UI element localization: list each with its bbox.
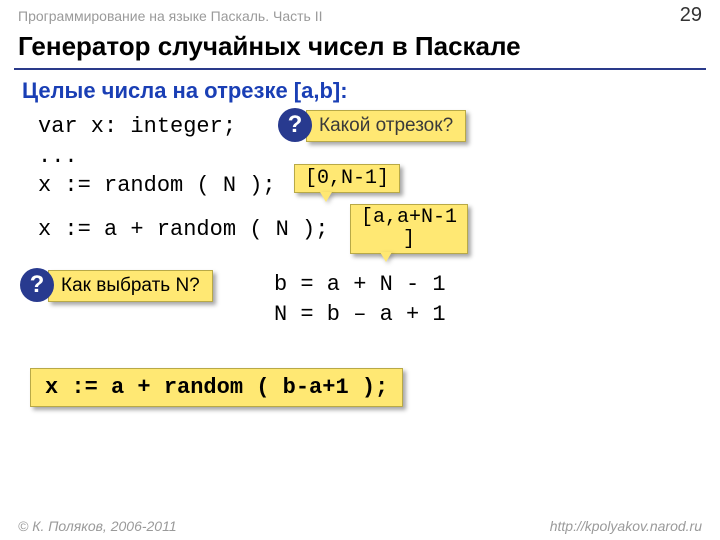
note-range-a-l1: [a,a+N-1 bbox=[361, 207, 457, 229]
note-range-a-l2: ] bbox=[361, 229, 457, 251]
question-mark-icon-2: ? bbox=[20, 268, 54, 302]
question-mark-icon: ? bbox=[278, 108, 312, 142]
callout-how-choose-n: Как выбрать N? bbox=[48, 270, 213, 302]
equation-1: b = a + N - 1 bbox=[274, 272, 446, 297]
note-range-a: [a,a+N-1 ] bbox=[350, 204, 468, 254]
copyright: © К. Поляков, 2006-2011 bbox=[18, 518, 177, 534]
callout-which-segment: Какой отрезок? bbox=[306, 110, 466, 142]
subtitle: Целые числа на отрезке [a,b]: bbox=[0, 78, 720, 112]
content-area: var x: integer; ... x := random ( N ); x… bbox=[0, 112, 720, 532]
footer-url: http://kpolyakov.narod.ru bbox=[550, 518, 702, 534]
title-divider bbox=[14, 68, 706, 70]
course-label: Программирование на языке Паскаль. Часть… bbox=[18, 8, 322, 24]
equation-2: N = b – a + 1 bbox=[274, 302, 446, 327]
note-range-0-n1: [0,N-1] bbox=[294, 164, 400, 193]
page-number: 29 bbox=[680, 4, 702, 27]
footer: © К. Поляков, 2006-2011 http://kpolyakov… bbox=[0, 518, 720, 534]
page-title: Генератор случайных чисел в Паскале bbox=[0, 29, 720, 68]
final-formula: x := a + random ( b-a+1 ); bbox=[30, 368, 403, 407]
note-notch-2 bbox=[380, 252, 392, 262]
note-notch-1 bbox=[320, 192, 332, 202]
